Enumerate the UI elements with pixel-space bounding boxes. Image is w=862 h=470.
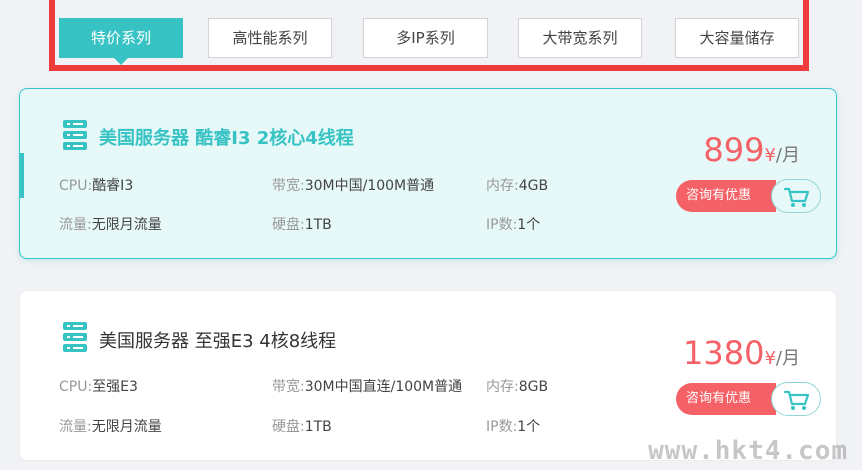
spec-memory: 内存:4GB: [486, 178, 549, 194]
price: 899¥/月: [703, 131, 800, 169]
spec-bandwidth: 带宽:30M中国直连/100M普通: [272, 379, 463, 395]
watermark: www.hkt4.com: [648, 436, 848, 466]
tab-large-bandwidth[interactable]: 大带宽系列: [518, 18, 642, 58]
spec-bandwidth: 带宽:30M中国/100M普通: [272, 178, 435, 194]
cart-button[interactable]: [771, 382, 821, 416]
spec-cpu: CPU:至强E3: [59, 379, 138, 395]
tab-special-offer[interactable]: 特价系列: [59, 18, 183, 65]
spec-disk: 硬盘:1TB: [272, 419, 332, 435]
product-title[interactable]: 美国服务器 至强E3 4核8线程: [99, 327, 336, 353]
server-icon: [63, 322, 87, 352]
tab-multi-ip[interactable]: 多IP系列: [363, 18, 488, 58]
price: 1380¥/月: [683, 334, 800, 372]
cart-icon: [783, 390, 810, 410]
spec-traffic: 流量:无限月流量: [59, 217, 162, 233]
tab-bar: 特价系列 高性能系列 多IP系列 大带宽系列 大容量储存: [49, 0, 809, 71]
consult-button[interactable]: 咨询有优惠: [676, 180, 776, 212]
consult-button[interactable]: 咨询有优惠: [676, 383, 776, 415]
server-icon: [63, 120, 87, 150]
spec-ip: IP数:1个: [486, 217, 541, 233]
tab-large-storage[interactable]: 大容量储存: [675, 18, 799, 58]
active-indicator: [19, 153, 24, 198]
tab-high-performance[interactable]: 高性能系列: [208, 18, 332, 58]
product-title[interactable]: 美国服务器 酷睿I3 2核心4线程: [99, 124, 354, 150]
spec-disk: 硬盘:1TB: [272, 217, 332, 233]
cart-icon: [783, 187, 810, 207]
spec-memory: 内存:8GB: [486, 379, 549, 395]
cart-button[interactable]: [771, 179, 821, 213]
product-card[interactable]: 美国服务器 酷睿I3 2核心4线程 CPU:酷睿I3 带宽:30M中国/100M…: [19, 88, 837, 259]
spec-traffic: 流量:无限月流量: [59, 419, 162, 435]
spec-cpu: CPU:酷睿I3: [59, 178, 134, 194]
spec-ip: IP数:1个: [486, 419, 541, 435]
